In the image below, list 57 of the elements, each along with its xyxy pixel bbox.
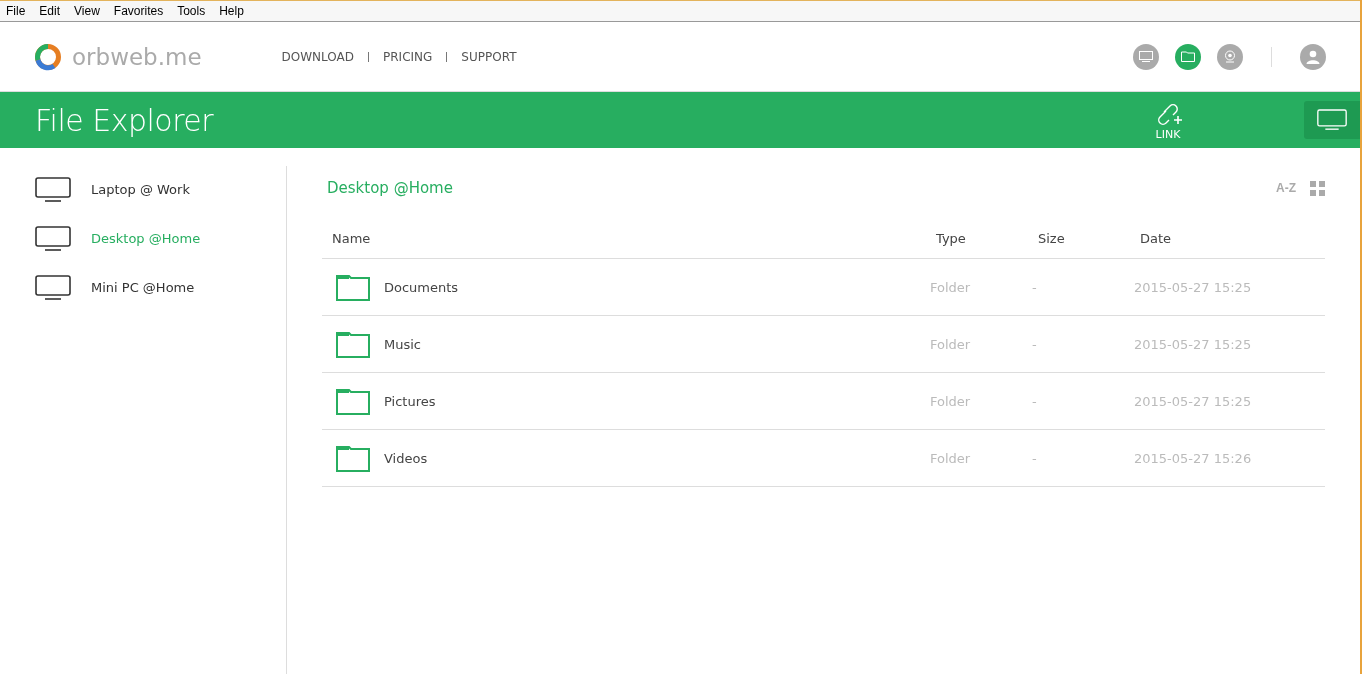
folder-heading: Desktop @Home — [327, 179, 453, 197]
file-date: 2015-05-27 15:25 — [1133, 336, 1253, 352]
nav-link[interactable]: PRICING — [383, 49, 433, 64]
menu-item[interactable]: Favorites — [113, 4, 164, 18]
file-size: - — [1031, 393, 1038, 409]
folder-icon — [336, 387, 370, 415]
menu-item[interactable]: File — [6, 4, 26, 18]
folder-icon — [336, 330, 370, 358]
file-date: 2015-05-27 15:26 — [1133, 450, 1253, 466]
menu-item[interactable]: Tools — [177, 4, 206, 18]
logo-icon — [34, 42, 62, 71]
file-type: Folder — [929, 336, 972, 352]
file-date: 2015-05-27 15:25 — [1133, 279, 1253, 295]
menu-item[interactable]: Help — [219, 4, 244, 18]
monitor-icon — [1139, 51, 1153, 62]
user-icon — [1306, 49, 1320, 64]
file-type: Folder — [929, 279, 972, 295]
file-type: Folder — [929, 393, 972, 409]
file-name: Documents — [384, 279, 459, 295]
nav-link[interactable]: SUPPORT — [461, 49, 517, 64]
column-header[interactable]: Size — [1028, 218, 1130, 258]
grid-view-icon[interactable] — [1310, 180, 1325, 196]
column-header[interactable]: Name — [322, 218, 926, 258]
menu-item[interactable]: View — [74, 4, 100, 18]
mode-button[interactable] — [1175, 43, 1201, 70]
file-row[interactable]: Videos Folder - 2015-05-27 15:26 — [322, 430, 1325, 487]
folder-icon — [336, 273, 370, 301]
file-name: Pictures — [384, 393, 436, 409]
file-size: - — [1031, 336, 1038, 352]
file-type: Folder — [929, 450, 972, 466]
file-size: - — [1031, 450, 1038, 466]
file-name: Music — [384, 336, 421, 352]
file-size: - — [1031, 279, 1038, 295]
file-row[interactable]: Pictures Folder - 2015-05-27 15:25 — [322, 373, 1325, 430]
menu-item[interactable]: Edit — [39, 4, 61, 18]
column-header[interactable]: Type — [926, 218, 1028, 258]
monitor-icon — [35, 274, 71, 301]
monitor-icon — [35, 176, 71, 203]
webcam-icon — [1224, 50, 1236, 63]
file-name: Videos — [384, 450, 428, 466]
monitor-icon — [35, 225, 71, 252]
page-title: File Explorer — [35, 102, 214, 138]
screen-button[interactable] — [1304, 101, 1360, 139]
column-header[interactable]: Date — [1130, 218, 1325, 258]
folder-icon — [336, 444, 370, 472]
device-item[interactable]: Laptop @ Work — [0, 165, 286, 214]
folder-icon — [1181, 51, 1195, 62]
logo-text: orbweb.me — [72, 43, 202, 70]
user-avatar-button[interactable] — [1300, 43, 1326, 70]
nav-link[interactable]: DOWNLOAD — [281, 49, 355, 64]
monitor-icon — [1317, 109, 1347, 131]
file-row[interactable]: Documents Folder - 2015-05-27 15:25 — [322, 259, 1325, 316]
file-row[interactable]: Music Folder - 2015-05-27 15:25 — [322, 316, 1325, 373]
mode-button[interactable] — [1217, 43, 1243, 70]
file-date: 2015-05-27 15:25 — [1133, 393, 1253, 409]
mode-button[interactable] — [1133, 43, 1159, 70]
device-item[interactable]: Mini PC @Home — [0, 263, 286, 312]
